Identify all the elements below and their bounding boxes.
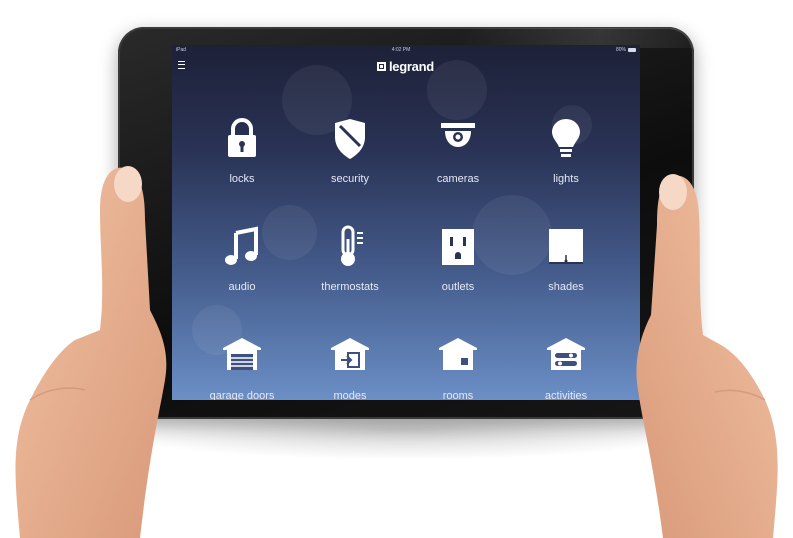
status-bar: iPad 4:02 PM 80% — [172, 45, 640, 55]
tile-label: garage doors — [209, 390, 275, 400]
shield-icon — [335, 119, 365, 159]
activities-icon — [547, 338, 585, 370]
navbar: legrand — [172, 55, 640, 77]
brand-name: legrand — [389, 59, 434, 74]
left-hand — [15, 166, 167, 538]
tile-label: cameras — [436, 173, 480, 185]
tile-label: outlets — [441, 281, 475, 293]
tile-label: rooms — [442, 390, 474, 400]
lock-icon — [228, 118, 256, 157]
tile-outlets[interactable]: outlets — [408, 213, 508, 313]
legrand-logo-icon — [377, 62, 386, 71]
brand-logo: legrand — [377, 59, 434, 74]
tile-audio[interactable]: audio — [192, 213, 292, 313]
app-screen: iPad 4:02 PM 80% legrand locks security — [172, 45, 640, 400]
modes-icon — [331, 338, 369, 370]
status-time: 4:02 PM — [391, 47, 411, 53]
tile-cameras[interactable]: cameras — [408, 105, 508, 205]
tile-rooms[interactable]: rooms — [408, 322, 508, 400]
hamburger-menu-icon[interactable] — [178, 61, 185, 69]
tile-locks[interactable]: locks — [192, 105, 292, 205]
battery-icon — [628, 48, 636, 52]
tile-security[interactable]: security — [300, 105, 400, 205]
tile-label: security — [331, 173, 369, 185]
shade-icon — [549, 229, 583, 264]
house-icon — [439, 338, 477, 370]
carrier-label: iPad — [176, 47, 187, 53]
music-note-icon — [225, 226, 258, 265]
outlet-icon — [442, 229, 474, 265]
tile-thermostats[interactable]: thermostats — [300, 213, 400, 313]
right-hand — [636, 174, 778, 538]
tile-modes[interactable]: modes — [300, 322, 400, 400]
tile-label: modes — [333, 390, 367, 400]
tile-garage-doors[interactable]: garage doors — [192, 322, 292, 400]
camera-icon — [441, 123, 475, 147]
lightbulb-icon — [552, 119, 580, 157]
garage-icon — [223, 338, 261, 370]
status-right: 80% — [616, 47, 636, 53]
battery-percent: 80% — [615, 47, 626, 53]
tile-label: thermostats — [321, 281, 379, 293]
tile-label: locks — [229, 173, 255, 185]
thermometer-icon — [341, 225, 363, 266]
tile-label: audio — [228, 281, 256, 293]
